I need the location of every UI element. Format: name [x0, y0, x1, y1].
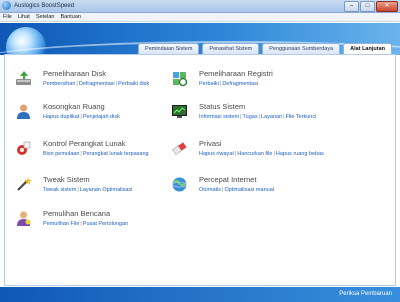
link-remove-duplicates[interactable]: Hapus duplikat: [43, 114, 79, 120]
section-software-control: Kontrol Perangkat Lunak Bisn pemulaan|Pe…: [15, 139, 185, 169]
menu-file[interactable]: File: [3, 13, 12, 21]
menu-help[interactable]: Bantuan: [60, 13, 81, 21]
link-defrag-registry[interactable]: Defragmentasi: [222, 81, 258, 87]
section-title: Pemeliharaan Disk: [43, 69, 106, 78]
section-title: Status Sistem: [199, 102, 246, 111]
menu-view[interactable]: Lihat: [18, 13, 30, 21]
link-locked-files[interactable]: File Terkunci: [286, 114, 317, 120]
link-tasks[interactable]: Tugas: [242, 114, 257, 120]
rescue-icon[interactable]: [15, 210, 32, 227]
section-title: Kosongkan Ruang: [43, 102, 105, 111]
wand-icon[interactable]: [15, 176, 32, 193]
title-bar: Auslogics BoostSpeed – □ ✕: [0, 0, 400, 13]
link-manual-optimization[interactable]: Optimalisasi manual: [224, 187, 274, 193]
link-shred-files[interactable]: Hancurkan file: [237, 151, 272, 157]
link-rescue-center[interactable]: Pusat Pertolongan: [83, 221, 128, 227]
section-internet-speed: Percepat Internet Otomatis|Optimalisasi …: [171, 175, 341, 205]
section-title: Pemulihan Bencana: [43, 209, 111, 218]
menu-settings[interactable]: Setelan: [36, 13, 55, 21]
window-controls: – □ ✕: [344, 1, 398, 12]
menu-bar: File Lihat Setelan Bantuan: [0, 13, 400, 22]
section-title: Tweak Sistem: [43, 175, 90, 184]
tab-system-advisor[interactable]: Penasihat Sistem: [202, 43, 260, 54]
software-control-icon[interactable]: [15, 140, 32, 157]
section-links: Otomatis|Optimalisasi manual: [199, 187, 274, 193]
section-system-status: Status Sistem Informasi sistem|Tugas|Lay…: [171, 102, 341, 132]
tools-panel: Pemeliharaan Disk Pembersihan|Defragment…: [4, 54, 396, 286]
section-privacy: Privasi Hapus riwayat|Hancurkan file|Hap…: [171, 139, 341, 169]
section-links: Pembersihan|Defragmentasi|Perbaiki disk: [43, 81, 150, 87]
link-system-info[interactable]: Informasi sistem: [199, 114, 239, 120]
footer-bar: Periksa Pembaruan: [0, 287, 400, 302]
section-disk-maintenance: Pemeliharaan Disk Pembersihan|Defragment…: [15, 69, 185, 99]
section-links: Perbaiki|Defragmentasi: [199, 81, 259, 87]
link-installed-software[interactable]: Perangkat lunak terpasang: [83, 151, 149, 157]
section-title: Percepat Internet: [199, 175, 257, 184]
link-automatic[interactable]: Otomatis: [199, 187, 221, 193]
disk-cleanup-icon[interactable]: [15, 70, 32, 87]
section-system-tweak: Tweak Sistem Tweak sistem|Layanan Optima…: [15, 175, 185, 205]
section-links: Pemulihan File|Pusat Pertolongan: [43, 221, 129, 227]
link-repair-disk[interactable]: Perbaiki disk: [118, 81, 149, 87]
monitor-chart-icon[interactable]: [171, 103, 188, 120]
link-wipe-free-space[interactable]: Hapus ruang bebas: [276, 151, 324, 157]
section-registry-maintenance: Pemeliharaan Registri Perbaiki|Defragmen…: [171, 69, 341, 99]
section-links: Hapus duplikat|Penjelajah disk: [43, 114, 120, 120]
maximize-button[interactable]: □: [360, 1, 375, 12]
globe-speed-icon[interactable]: [171, 176, 188, 193]
section-free-space: Kosongkan Ruang Hapus duplikat|Penjelaja…: [15, 102, 185, 132]
section-links: Tweak sistem|Layanan Optimalisasi: [43, 187, 133, 193]
link-defrag[interactable]: Defragmentasi: [79, 81, 115, 87]
check-updates-button[interactable]: Periksa Pembaruan: [339, 290, 392, 299]
section-links: Hapus riwayat|Hancurkan file|Hapus ruang…: [199, 151, 324, 157]
user-space-icon[interactable]: [15, 103, 32, 120]
link-clear-history[interactable]: Hapus riwayat: [199, 151, 234, 157]
close-button[interactable]: ✕: [376, 1, 398, 12]
eraser-icon[interactable]: [171, 140, 188, 157]
minimize-button[interactable]: –: [344, 1, 359, 12]
link-cleanup[interactable]: Pembersihan: [43, 81, 75, 87]
link-startup-manager[interactable]: Bisn pemulaan: [43, 151, 79, 157]
section-title: Privasi: [199, 139, 222, 148]
section-links: Bisn pemulaan|Perangkat lunak terpasang: [43, 151, 149, 157]
app-logo-icon: [2, 1, 11, 10]
link-disk-explorer[interactable]: Penjelajah disk: [83, 114, 120, 120]
window-title: Auslogics BoostSpeed: [14, 3, 75, 9]
section-title: Pemeliharaan Registri: [199, 69, 273, 78]
tab-resource-usage[interactable]: Penggunaan Sumberdaya: [262, 43, 341, 54]
section-disaster-recovery: Pemulihan Bencana Pemulihan File|Pusat P…: [15, 209, 185, 239]
link-tweak-system[interactable]: Tweak sistem: [43, 187, 76, 193]
tab-system-scan[interactable]: Pemindaian Sistem: [138, 43, 200, 54]
link-file-recovery[interactable]: Pemulihan File: [43, 221, 79, 227]
link-service-optimization[interactable]: Layanan Optimalisasi: [80, 187, 133, 193]
link-repair[interactable]: Perbaiki: [199, 81, 219, 87]
link-services[interactable]: Layanan: [261, 114, 282, 120]
registry-icon[interactable]: [171, 70, 188, 87]
section-title: Kontrol Perangkat Lunak: [43, 139, 126, 148]
section-links: Informasi sistem|Tugas|Layanan|File Terk…: [199, 114, 317, 120]
